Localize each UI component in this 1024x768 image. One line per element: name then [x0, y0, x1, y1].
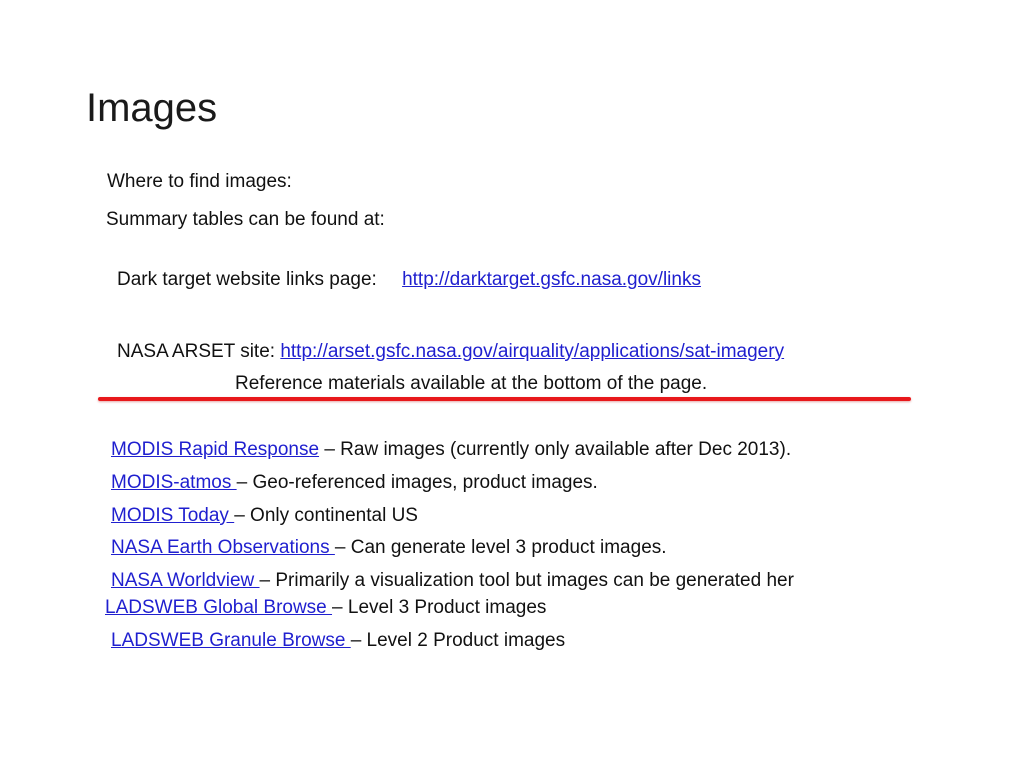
- modis-today-link[interactable]: MODIS Today: [111, 505, 234, 526]
- dark-target-link[interactable]: http://darktarget.gsfc.nasa.gov/links: [402, 269, 701, 290]
- list-item: LADSWEB Global Browse – Level 3 Product …: [105, 596, 546, 620]
- slide-title: Images: [86, 86, 218, 130]
- arset-note: Reference materials available at the bot…: [235, 373, 708, 394]
- modis-rapid-response-link[interactable]: MODIS Rapid Response: [111, 439, 319, 460]
- list-item-desc: – Raw images (currently only available a…: [319, 439, 792, 460]
- list-item: LADSWEB Granule Browse – Level 2 Product…: [111, 629, 565, 653]
- list-item-desc: – Primarily a visualization tool but ima…: [259, 570, 794, 591]
- list-item-desc: – Level 3 Product images: [332, 597, 547, 618]
- intro-text: Where to find images:: [107, 171, 292, 192]
- list-item: NASA Earth Observations – Can generate l…: [111, 536, 667, 560]
- arset-row: NASA ARSET site: http://arset.gsfc.nasa.…: [117, 340, 784, 364]
- list-item: MODIS-atmos – Geo-referenced images, pro…: [111, 471, 598, 495]
- list-item-desc: – Only continental US: [234, 505, 418, 526]
- list-item-desc: – Geo-referenced images, product images.: [236, 472, 598, 493]
- ladsweb-global-browse-link[interactable]: LADSWEB Global Browse: [105, 597, 332, 618]
- red-divider: [98, 397, 911, 401]
- dark-target-row: Dark target website links page: http://d…: [117, 268, 701, 292]
- list-item-desc: – Can generate level 3 product images.: [334, 537, 667, 558]
- nasa-worldview-link[interactable]: NASA Worldview: [111, 570, 260, 591]
- arset-label: NASA ARSET site:: [117, 341, 281, 362]
- dark-target-label: Dark target website links page:: [117, 269, 377, 290]
- nasa-earth-observations-link[interactable]: NASA Earth Observations: [111, 537, 335, 558]
- arset-link[interactable]: http://arset.gsfc.nasa.gov/airquality/ap…: [280, 341, 784, 362]
- list-item: MODIS Today – Only continental US: [111, 504, 418, 528]
- list-item: MODIS Rapid Response – Raw images (curre…: [111, 438, 791, 462]
- list-item-desc: – Level 2 Product images: [350, 630, 566, 651]
- list-item: NASA Worldview – Primarily a visualizati…: [111, 569, 794, 593]
- modis-atmos-link[interactable]: MODIS-atmos: [111, 472, 237, 493]
- summary-text: Summary tables can be found at:: [106, 209, 385, 230]
- ladsweb-granule-browse-link[interactable]: LADSWEB Granule Browse: [111, 630, 351, 651]
